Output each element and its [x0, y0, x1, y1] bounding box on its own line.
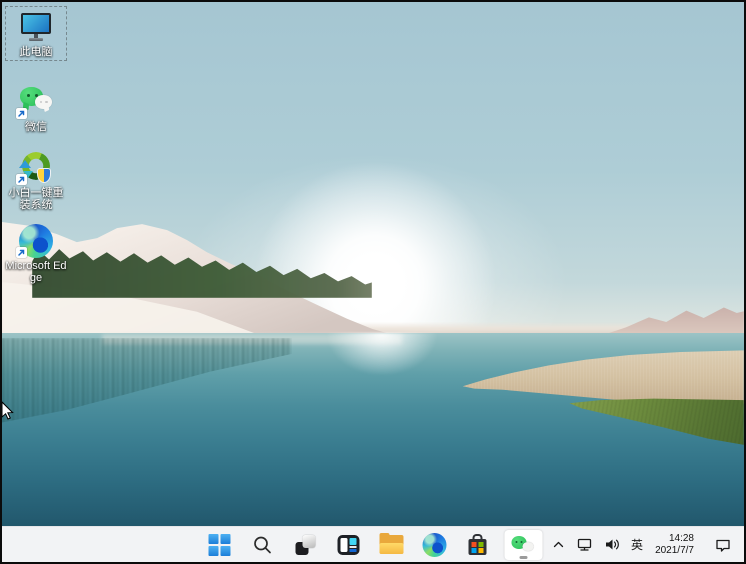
sun-reflection — [327, 333, 437, 375]
microsoft-store-button[interactable] — [462, 530, 494, 560]
file-explorer-button[interactable] — [376, 530, 408, 560]
widgets-icon — [338, 535, 360, 555]
desktop-icon-label: 微信 — [25, 121, 47, 133]
start-button[interactable] — [204, 530, 236, 560]
windows-start-icon — [209, 534, 231, 556]
this-pc-monitor-icon — [18, 10, 54, 44]
wechat-icon — [18, 85, 54, 119]
shortcut-arrow-icon — [16, 174, 27, 185]
taskbar-center-group — [204, 527, 543, 562]
hidden-icons-button[interactable] — [550, 530, 567, 560]
wechat-taskbar-button[interactable] — [505, 530, 543, 560]
task-view-icon — [295, 534, 317, 556]
system-tray: 英 14:28 2021/7/7 — [550, 527, 742, 562]
desktop-icon-label: Microsoft Edge — [5, 260, 67, 284]
task-view-button[interactable] — [290, 530, 322, 560]
wechat-icon — [511, 534, 537, 556]
ethernet-icon — [576, 537, 593, 552]
notification-bubble-icon — [714, 537, 732, 553]
shield-icon — [37, 168, 51, 183]
search-icon — [253, 535, 273, 555]
system-reinstall-icon — [18, 151, 54, 185]
mouse-cursor — [0, 401, 15, 421]
desktop-icon-this-pc[interactable]: 此电脑 — [5, 6, 67, 61]
microsoft-store-icon — [467, 534, 489, 556]
clock[interactable]: 14:28 2021/7/7 — [652, 533, 697, 556]
widgets-button[interactable] — [333, 530, 365, 560]
taskbar: 英 14:28 2021/7/7 — [2, 526, 744, 562]
tray-date: 2021/7/7 — [655, 545, 694, 557]
language-indicator[interactable]: 英 — [629, 530, 645, 560]
chevron-up-icon — [552, 538, 565, 551]
desktop-icon-wechat[interactable]: 微信 — [5, 82, 67, 135]
tray-time: 14:28 — [669, 533, 694, 545]
desktop-icon-label: 此电脑 — [20, 46, 53, 58]
folder-icon — [380, 535, 404, 554]
edge-button[interactable] — [419, 530, 451, 560]
speaker-icon — [604, 537, 620, 552]
search-button[interactable] — [247, 530, 279, 560]
notification-center-button[interactable] — [712, 530, 734, 560]
desktop-icon-label: 小白一键重装系统 — [5, 187, 67, 211]
windows-desktop: 此电脑 微信 小白一键重装系统 Mic — [0, 0, 746, 564]
edge-icon — [18, 224, 54, 258]
desktop-icon-edge[interactable]: Microsoft Edge — [5, 221, 67, 286]
volume-button[interactable] — [602, 530, 622, 560]
desktop-icon-xiaobai-reinstall[interactable]: 小白一键重装系统 — [5, 148, 67, 213]
shortcut-arrow-icon — [16, 108, 27, 119]
network-button[interactable] — [574, 530, 595, 560]
shortcut-arrow-icon — [16, 247, 27, 258]
edge-icon — [423, 533, 447, 557]
